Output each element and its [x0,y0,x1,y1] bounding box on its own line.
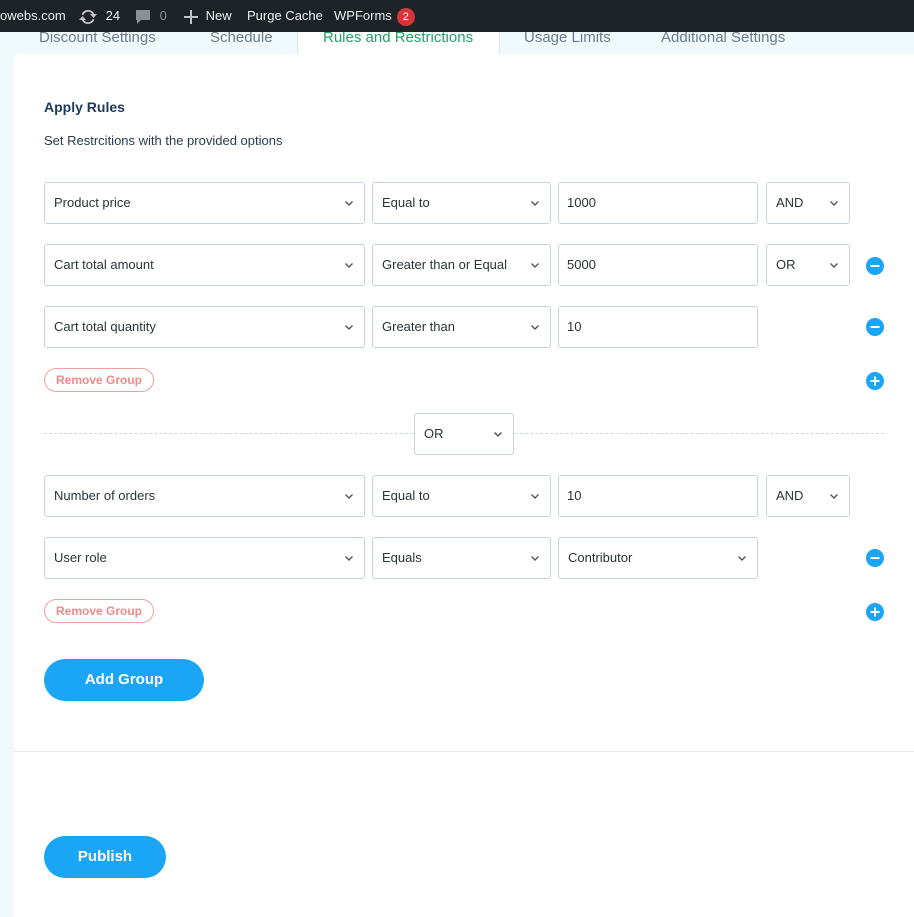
rule-connector-value: AND [776,488,804,503]
comments-count: 0 [159,8,167,23]
chevron-down-icon [345,556,353,561]
chevron-down-icon [738,556,746,561]
chevron-down-icon [830,263,838,268]
tab-usage-limits[interactable]: Usage Limits [524,32,611,54]
rule-connector-value: OR [776,257,796,272]
chevron-down-icon [531,325,539,330]
rule-field-select[interactable]: Cart total amount [44,244,365,286]
rule-operator-value: Equal to [382,195,430,210]
remove-rule-button[interactable] [866,257,884,275]
section-title: Apply Rules [44,99,125,115]
rule-field-select[interactable]: Number of orders [44,475,365,517]
rule-operator-select[interactable]: Equals [372,537,551,579]
rule-field-value: Cart total amount [54,257,154,272]
chevron-down-icon [345,494,353,499]
rule-operator-select[interactable]: Equal to [372,475,551,517]
rule-connector-select[interactable]: OR [766,244,850,286]
rule-field-value: Cart total quantity [54,319,156,334]
remove-group-button[interactable]: Remove Group [44,599,154,623]
group-connector-select[interactable]: OR [414,413,514,455]
rule-operator-value: Equal to [382,488,430,503]
site-name-link[interactable]: owebs.com [0,0,66,32]
chevron-down-icon [531,556,539,561]
chevron-down-icon [830,494,838,499]
rule-value-input[interactable]: 10 [558,306,758,348]
rule-field-select[interactable]: Product price [44,182,365,224]
purge-cache-link[interactable]: Purge Cache [247,0,323,32]
rule-operator-value: Greater than or Equal [382,257,508,272]
rule-operator-select[interactable]: Greater than [372,306,551,348]
plus-icon [184,9,198,24]
minus-icon [870,265,880,267]
rule-value-input[interactable]: 10 [558,475,758,517]
tab-schedule[interactable]: Schedule [210,32,273,54]
add-rule-button[interactable] [866,603,884,621]
remove-group-button[interactable]: Remove Group [44,368,154,392]
notification-badge: 2 [396,7,415,26]
plus-icon [870,376,880,386]
rule-value-input[interactable]: 5000 [558,244,758,286]
wpforms-link[interactable]: WPForms 2 [334,0,415,32]
tab-additional-settings[interactable]: Additional Settings [661,32,785,54]
rule-field-value: Number of orders [54,488,156,503]
rule-value-select[interactable]: Contributor [558,537,758,579]
updates-count: 24 [105,8,121,23]
comment-icon [136,9,150,24]
chevron-down-icon [830,201,838,206]
updates-icon [79,9,97,24]
plus-icon [870,607,880,617]
tab-rules-and-restrictions[interactable]: Rules and Restrictions [297,32,500,54]
rule-value-input[interactable]: 1000 [558,182,758,224]
add-rule-button[interactable] [866,372,884,390]
chevron-down-icon [531,201,539,206]
rule-connector-select[interactable]: AND [766,475,850,517]
rule-operator-select[interactable]: Greater than or Equal [372,244,551,286]
settings-tabs: Discount Settings Schedule Rules and Res… [0,32,914,54]
rule-value-selected: Contributor [568,550,633,565]
group-connector-value: OR [424,426,444,441]
chevron-down-icon [531,263,539,268]
card-divider [14,751,914,752]
add-group-button[interactable]: Add Group [44,659,204,701]
new-label: New [205,8,232,23]
rule-operator-select[interactable]: Equal to [372,182,551,224]
rule-operator-value: Greater than [382,319,455,334]
updates-link[interactable]: 24 [78,0,120,32]
remove-rule-button[interactable] [866,318,884,336]
chevron-down-icon [494,432,502,437]
rule-connector-select[interactable]: AND [766,182,850,224]
remove-rule-button[interactable] [866,549,884,567]
rule-connector-value: AND [776,195,804,210]
rule-operator-value: Equals [382,550,422,565]
rule-field-value: Product price [54,195,131,210]
rule-field-select[interactable]: User role [44,537,365,579]
tab-discount-settings[interactable]: Discount Settings [39,32,156,54]
section-subtitle: Set Restrcitions with the provided optio… [44,133,283,148]
chevron-down-icon [345,201,353,206]
rule-field-select[interactable]: Cart total quantity [44,306,365,348]
new-content-link[interactable]: New [183,0,232,32]
minus-icon [870,557,880,559]
rule-field-value: User role [54,550,107,565]
admin-bar: owebs.com 24 0 New Purge Cache WPForms 2 [0,0,914,32]
comments-link[interactable]: 0 [134,0,167,32]
chevron-down-icon [531,494,539,499]
minus-icon [870,326,880,328]
publish-button[interactable]: Publish [44,836,166,878]
chevron-down-icon [345,263,353,268]
wpforms-label: WPForms [334,8,392,23]
chevron-down-icon [345,325,353,330]
